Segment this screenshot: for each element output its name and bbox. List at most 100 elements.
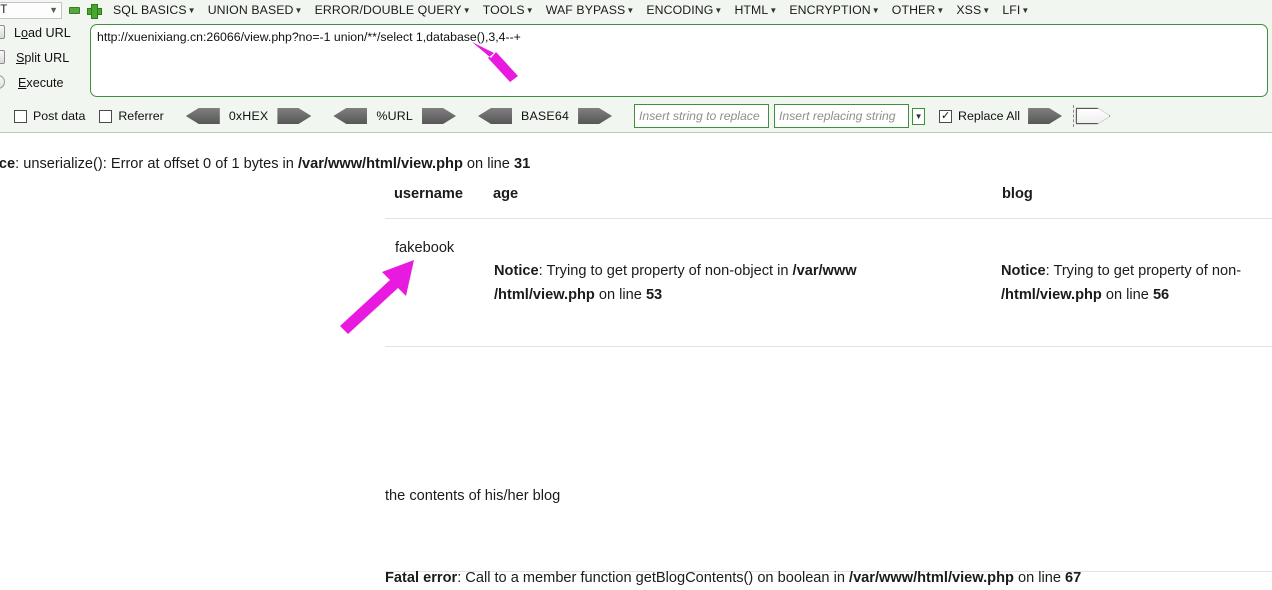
notice-text: : Trying to get property of non-	[1045, 263, 1242, 279]
menu-waf-bypass[interactable]: WAF BYPASS▼	[545, 3, 635, 17]
extra-action-group	[1076, 108, 1110, 124]
toolbar-divider	[1073, 105, 1075, 127]
menu-xss[interactable]: XSS▼	[956, 3, 990, 17]
encode-hex-button[interactable]	[277, 108, 311, 124]
chevron-down-icon: ▼	[49, 4, 58, 15]
encoder-hex-label: 0xHEX	[228, 109, 269, 123]
execute-button[interactable]: Execute	[18, 76, 64, 90]
load-url-icon	[0, 25, 7, 41]
menu-label: UNION BASED	[207, 3, 294, 17]
fatal-error-label: Fatal error	[385, 570, 458, 586]
results-table: username age blog fakebook Notice: Tryin…	[385, 186, 1272, 586]
url-input[interactable]: http://xuenixiang.cn:26066/view.php?no=-…	[90, 24, 1268, 97]
notice-label: tice	[0, 156, 16, 172]
notice-text: : unserialize(): Error at offset 0 of 1 …	[15, 156, 298, 172]
column-header-age: age	[493, 186, 519, 202]
profile-select-value: NT	[0, 4, 8, 16]
menu-error-double-query[interactable]: ERROR/DOUBLE QUERY▼	[315, 3, 471, 17]
column-header-username: username	[394, 186, 463, 202]
menu-other[interactable]: OTHER▼	[892, 3, 944, 17]
hackbar-options-row: Post data Referrer 0xHEX %URL BASE64 Ins…	[0, 101, 1272, 131]
caret-down-icon: ▼	[936, 6, 945, 15]
notice-file-part-1: /var/www	[792, 263, 857, 279]
table-header-row: username age blog	[385, 186, 1272, 222]
notice-file-part-2: /html/view.php	[494, 287, 595, 303]
menu-label: OTHER	[891, 3, 936, 17]
cell-age-notice: Notice: Trying to get property of non-ob…	[494, 259, 924, 307]
menu-union-based[interactable]: UNION BASED▼	[207, 3, 303, 17]
fatal-error-file: /var/www/html/view.php	[849, 570, 1014, 586]
cell-username: fakebook	[395, 240, 455, 256]
menu-lfi[interactable]: LFI▼	[1002, 3, 1030, 17]
column-header-blog: blog	[1002, 186, 1033, 202]
menu-tools[interactable]: TOOLS▼	[482, 3, 534, 17]
fatal-error-text-2: on line	[1013, 570, 1066, 586]
replace-all-label: Replace All	[958, 109, 1021, 123]
post-data-label: Post data	[33, 109, 86, 123]
menu-sql-basics[interactable]: SQL BASICS▼	[113, 3, 196, 17]
post-data-checkbox[interactable]: Post data	[14, 109, 85, 123]
caret-down-icon: ▼	[769, 6, 778, 15]
replace-all-checkbox[interactable]: Replace All	[939, 109, 1020, 123]
referrer-checkbox[interactable]: Referrer	[99, 109, 164, 123]
profile-select[interactable]: NT ▼	[0, 1, 62, 19]
notice-text: : Trying to get property of non-object i…	[538, 263, 793, 279]
menu-label: ENCODING	[646, 3, 714, 17]
menu-label: TOOLS	[482, 3, 525, 17]
notice-file-part-2: /html/view.php	[1001, 287, 1102, 303]
caret-down-icon: ▼	[525, 6, 534, 15]
notice-label: Notice	[494, 263, 539, 279]
notice-label: Notice	[1001, 263, 1046, 279]
caret-down-icon: ▼	[871, 6, 880, 15]
menu-label: HTML	[734, 3, 769, 17]
encoder-url-label: %URL	[376, 109, 413, 123]
table-divider	[385, 218, 1272, 219]
checkbox-checked-icon	[939, 109, 953, 123]
find-string-input[interactable]: Insert string to replace	[634, 104, 770, 128]
apply-replace-button[interactable]	[1028, 108, 1062, 124]
minus-icon[interactable]	[68, 4, 81, 17]
cell-blog-notice: Notice: Trying to get property of non- /h…	[1001, 259, 1272, 307]
encoder-base64-group: BASE64	[478, 108, 612, 124]
extra-action-button[interactable]	[1076, 108, 1110, 124]
notice-line: 31	[513, 156, 531, 172]
menu-label: WAF BYPASS	[545, 3, 626, 17]
encoder-url-group: %URL	[333, 108, 456, 124]
replace-string-input[interactable]: Insert replacing string	[774, 104, 910, 128]
fatal-error-line: 67	[1065, 570, 1082, 586]
notice-text-2: on line	[462, 156, 514, 172]
menu-encryption[interactable]: ENCRYPTION▼	[789, 3, 880, 17]
caret-down-icon: ▼	[1021, 6, 1030, 15]
menu-encoding[interactable]: ENCODING▼	[646, 3, 722, 17]
checkbox-icon	[99, 109, 113, 123]
load-url-button[interactable]: Load URL	[14, 26, 71, 40]
menu-html[interactable]: HTML▼	[734, 3, 778, 17]
menu-label: ENCRYPTION	[789, 3, 871, 17]
caret-down-icon: ▼	[626, 6, 635, 15]
notice-line: 56	[1152, 287, 1170, 303]
encoder-base64-label: BASE64	[521, 109, 570, 123]
hackbar-panel: NT ▼ SQL BASICS▼ UNION BASED▼ ERROR/DOUB…	[0, 0, 1272, 133]
encoder-hex-group: 0xHEX	[186, 108, 312, 124]
page-content: tice: unserialize(): Error at offset 0 o…	[0, 134, 1272, 586]
notice-unserialize: tice: unserialize(): Error at offset 0 o…	[0, 156, 530, 172]
execute-icon	[0, 75, 7, 91]
notice-text-2: on line	[594, 287, 646, 303]
notice-line: 53	[645, 287, 663, 303]
decode-hex-button[interactable]	[186, 108, 220, 124]
blog-contents-text: the contents of his/her blog	[385, 488, 561, 504]
split-url-button[interactable]: Split URL	[16, 51, 69, 65]
notice-text-2: on line	[1101, 287, 1153, 303]
decode-base64-button[interactable]	[478, 108, 512, 124]
caret-down-icon: ▼	[462, 6, 471, 15]
hackbar-menu-strip: NT ▼ SQL BASICS▼ UNION BASED▼ ERROR/DOUB…	[0, 0, 1272, 20]
menu-label: SQL BASICS	[113, 3, 187, 17]
decode-url-button[interactable]	[333, 108, 367, 124]
caret-down-icon: ▼	[294, 6, 303, 15]
encode-url-button[interactable]	[422, 108, 456, 124]
fatal-error-text: : Call to a member function getBlogConte…	[457, 570, 850, 586]
encode-base64-button[interactable]	[578, 108, 612, 124]
caret-down-icon: ▼	[187, 6, 196, 15]
replace-history-dropdown[interactable]: ▼	[912, 107, 926, 125]
plus-icon[interactable]	[87, 3, 102, 19]
